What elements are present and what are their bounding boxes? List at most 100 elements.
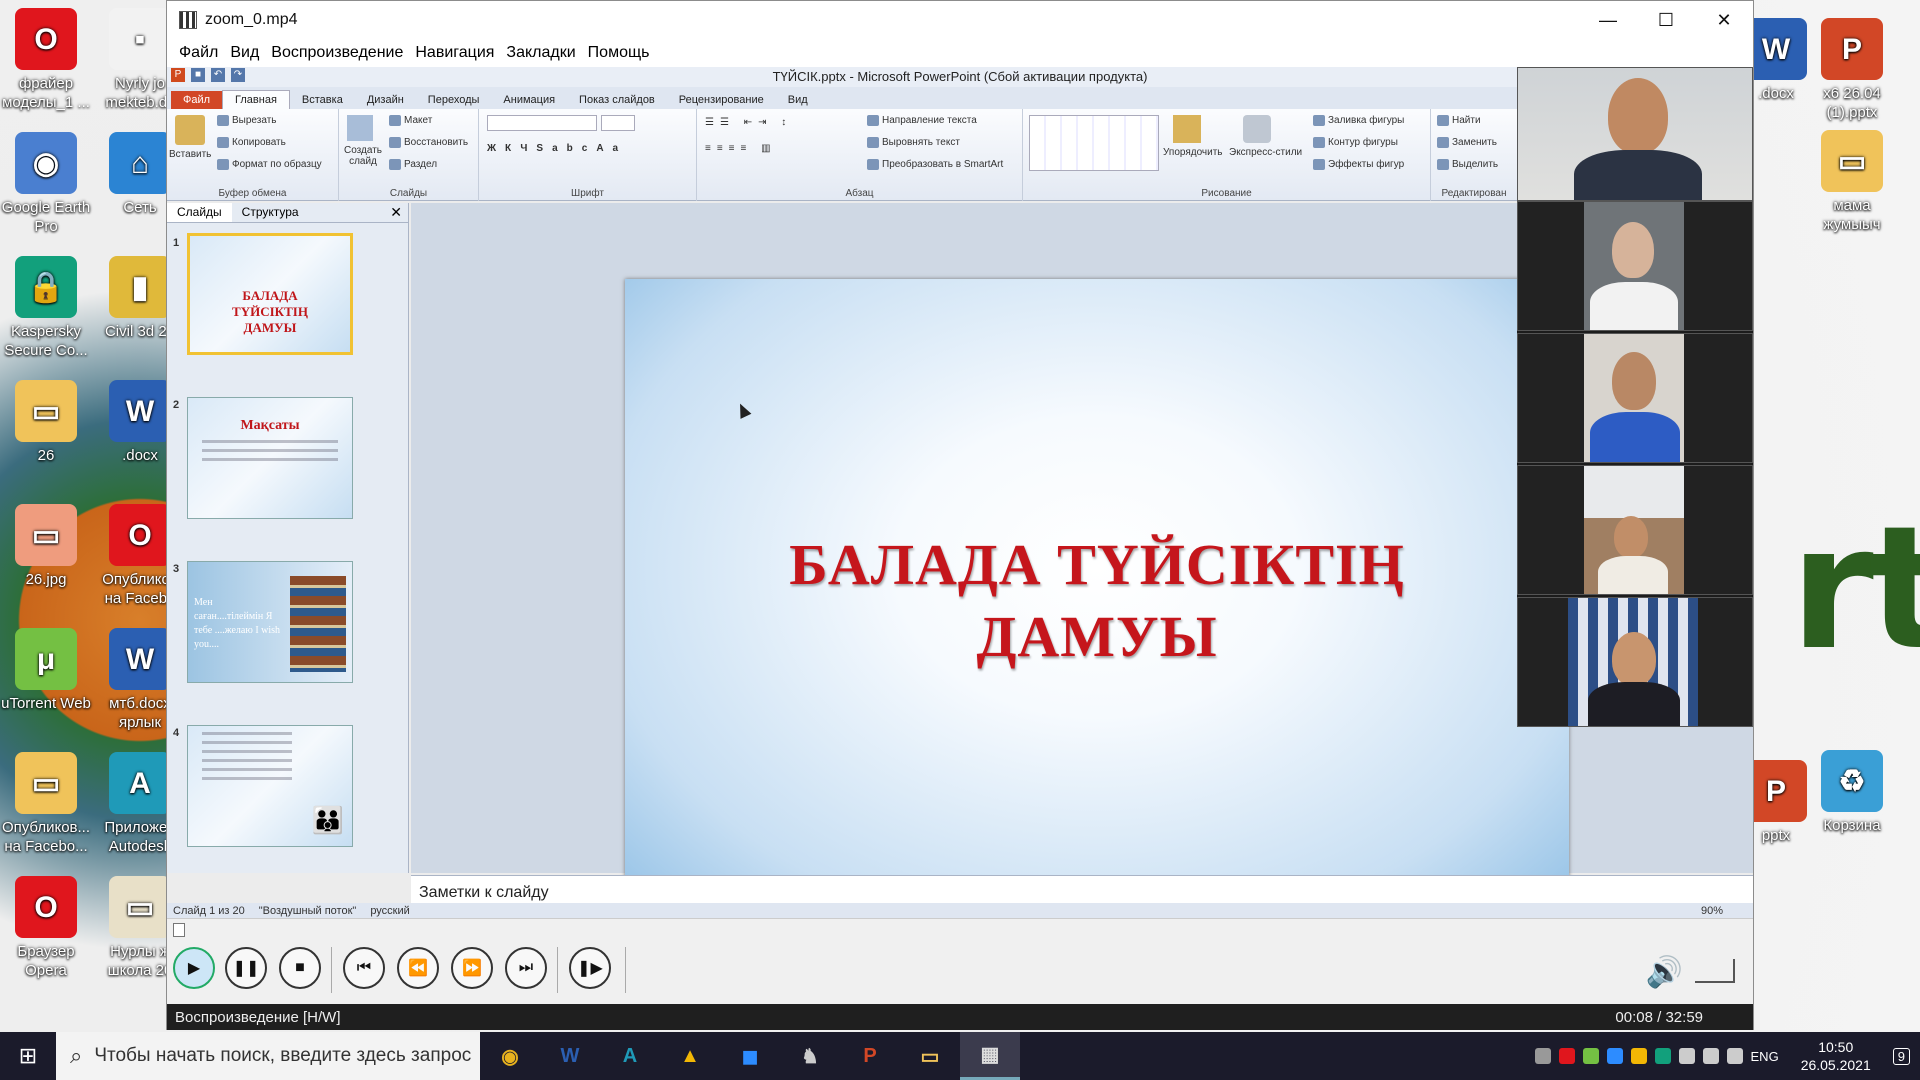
desktop-icon[interactable]: ▭ мама жумыыч — [1806, 130, 1898, 234]
taskbar-app-icon[interactable]: ◼ — [720, 1032, 780, 1080]
stop-button[interactable]: ■ — [279, 947, 321, 989]
thumb-number: 2 — [173, 399, 180, 411]
menu-navigation[interactable]: Навигация — [409, 44, 500, 62]
tray-icon[interactable] — [1558, 1048, 1575, 1064]
tray-icon[interactable] — [1534, 1048, 1551, 1064]
layout-label: Макет — [404, 115, 433, 127]
tray-icon[interactable] — [1582, 1048, 1599, 1064]
theme-name: "Воздушный поток" — [258, 904, 357, 917]
smartart-label: Преобразовать в SmartArt — [882, 159, 1004, 171]
desktop-icon[interactable]: ♻ Корзина — [1806, 750, 1898, 835]
clapperboard-icon — [179, 11, 197, 29]
taskbar-search[interactable]: ⌕ Чтобы начать поиск, введите здесь запр… — [56, 1032, 480, 1080]
participant-body — [1598, 556, 1668, 594]
desktop-icon[interactable]: ◉ Google Earth Pro — [0, 132, 92, 236]
desktop-app-icon: ▮ — [109, 256, 171, 318]
paste-icon — [175, 115, 205, 145]
clock[interactable]: 10:50 26.05.2021 — [1787, 1038, 1885, 1074]
ribbon-group-paragraph: ☰☰ ⇤⇥ ↕ ≡≡≡≡ ▥ Направление текста Выровн… — [697, 109, 1023, 201]
desktop-app-icon: P — [1745, 760, 1807, 822]
seek-bar[interactable] — [173, 923, 1733, 937]
pane-tab-slides: Слайды — [167, 203, 232, 222]
desktop-app-icon: ▭ — [15, 504, 77, 566]
taskbar-app-icon[interactable]: ◉ — [480, 1032, 540, 1080]
desktop-icon[interactable]: ▭ Опубликов... на Facebo... — [0, 752, 92, 856]
tray-icon[interactable] — [1630, 1048, 1647, 1064]
battery-icon[interactable] — [1702, 1048, 1719, 1064]
participant-video-3 — [1517, 333, 1753, 463]
slide-title: БАЛАДА ТҮЙСІКТІҢ ДАМУЫ — [625, 529, 1569, 673]
thumb-title: Мен саған....тілеймін Я тебе ....желаю I… — [194, 597, 281, 650]
rewind-button[interactable]: ⏪ — [397, 947, 439, 989]
ribbon-group-drawing: Упорядочить Экспресс-стили Заливка фигур… — [1023, 109, 1431, 201]
participant-video-4 — [1517, 465, 1753, 595]
font-format-buttons: ЖКЧSabcAa — [487, 143, 628, 154]
menu-view[interactable]: Вид — [224, 44, 265, 62]
maximize-button[interactable]: ☐ — [1637, 10, 1695, 31]
menu-bookmarks[interactable]: Закладки — [500, 44, 581, 62]
desktop-app-icon: ▭ — [15, 752, 77, 814]
slide-thumbnail: Мақсаты — [187, 397, 353, 519]
player-menubar: Файл Вид Воспроизведение Навигация Закла… — [167, 39, 1753, 67]
frame-step-button[interactable]: ❚▶ — [569, 947, 611, 989]
minimize-button[interactable]: — — [1579, 10, 1637, 31]
ppt-tab-insert: Вставка — [301, 94, 343, 106]
desktop-icon[interactable]: Oфрайер моделы_1 ... — [0, 8, 92, 112]
desktop-icon[interactable]: μ uTorrent Web — [0, 628, 92, 713]
thumb-number: 1 — [173, 237, 180, 249]
desktop-icon[interactable]: ▭ 26 — [0, 380, 92, 465]
volume-slider[interactable] — [1695, 959, 1735, 983]
desktop-icon[interactable]: ▭ 26.jpg — [0, 504, 92, 589]
player-titlebar: zoom_0.mp4 — ☐ ✕ — [167, 1, 1753, 39]
desktop-icon[interactable]: O Браузер Opera — [0, 876, 92, 980]
volume-tray-icon[interactable] — [1726, 1048, 1743, 1064]
desktop-icon-label: Kaspersky Secure Co... — [4, 323, 88, 359]
windows-start-icon[interactable]: ⊞ — [0, 1032, 56, 1080]
notification-badge[interactable]: 9 — [1892, 1047, 1910, 1065]
menu-help[interactable]: Помощь — [582, 44, 656, 62]
tray-icon[interactable] — [1606, 1048, 1623, 1064]
undo-icon: ↶ — [211, 68, 225, 82]
shapes-gallery — [1029, 115, 1159, 171]
previous-button[interactable]: ⏮ — [343, 947, 385, 989]
desktop-icon-label: Опубликов... на Facebo... — [1, 819, 91, 855]
play-button[interactable]: ▶ — [173, 947, 215, 989]
ribbon-group-slides: Создать слайд Макет Восстановить Раздел … — [339, 109, 479, 201]
participant-body — [1590, 282, 1678, 330]
desktop-icon-label: фрайер моделы_1 ... — [2, 75, 90, 111]
current-slide: БАЛАДА ТҮЙСІКТІҢ ДАМУЫ — [625, 279, 1569, 918]
menu-playback[interactable]: Воспроизведение — [265, 44, 409, 62]
close-button[interactable]: ✕ — [1695, 10, 1753, 31]
pane-close-icon: ✕ — [390, 204, 402, 220]
menu-file[interactable]: Файл — [173, 44, 224, 62]
next-button[interactable]: ⏭ — [505, 947, 547, 989]
desktop-icon[interactable]: 🔒 Kaspersky Secure Co... — [0, 256, 92, 360]
taskbar-app-icon[interactable]: ▭ — [900, 1032, 960, 1080]
tray-icon[interactable] — [1654, 1048, 1671, 1064]
window-title: zoom_0.mp4 — [205, 11, 298, 28]
reset-label: Восстановить — [404, 137, 469, 149]
seek-knob[interactable] — [173, 923, 185, 937]
taskbar-app-icon[interactable]: W — [540, 1032, 600, 1080]
taskbar-app-icon[interactable]: ♞ — [780, 1032, 840, 1080]
taskbar-app-icon[interactable]: ▲ — [660, 1032, 720, 1080]
smartart-icon — [867, 159, 879, 170]
desktop-app-icon: O — [15, 876, 77, 938]
taskbar-app-icon[interactable]: A — [600, 1032, 660, 1080]
ppt-tab-animation: Анимация — [503, 94, 556, 106]
participant-body — [1588, 682, 1680, 726]
speaker-icon[interactable]: 🔊 — [1646, 955, 1683, 990]
ppt-tab-home: Главная — [222, 90, 290, 109]
save-icon: ■ — [191, 68, 205, 82]
wifi-icon[interactable] — [1678, 1048, 1695, 1064]
pause-button[interactable]: ❚❚ — [225, 947, 267, 989]
forward-button[interactable]: ⏩ — [451, 947, 493, 989]
taskbar-app-icon[interactable]: P — [840, 1032, 900, 1080]
input-language[interactable]: ENG — [1751, 1049, 1779, 1064]
video-frame[interactable]: ТҮЙСІК.pptx - Microsoft PowerPoint (Сбой… — [167, 67, 1753, 918]
taskbar-app-icon[interactable]: ▦ — [960, 1032, 1020, 1080]
arrange-icon — [1173, 115, 1201, 143]
desktop-app-icon: W — [109, 380, 171, 442]
ppt-statusbar: Слайд 1 из 20 "Воздушный поток" русский … — [167, 903, 1753, 918]
format-painter-icon — [217, 159, 229, 170]
